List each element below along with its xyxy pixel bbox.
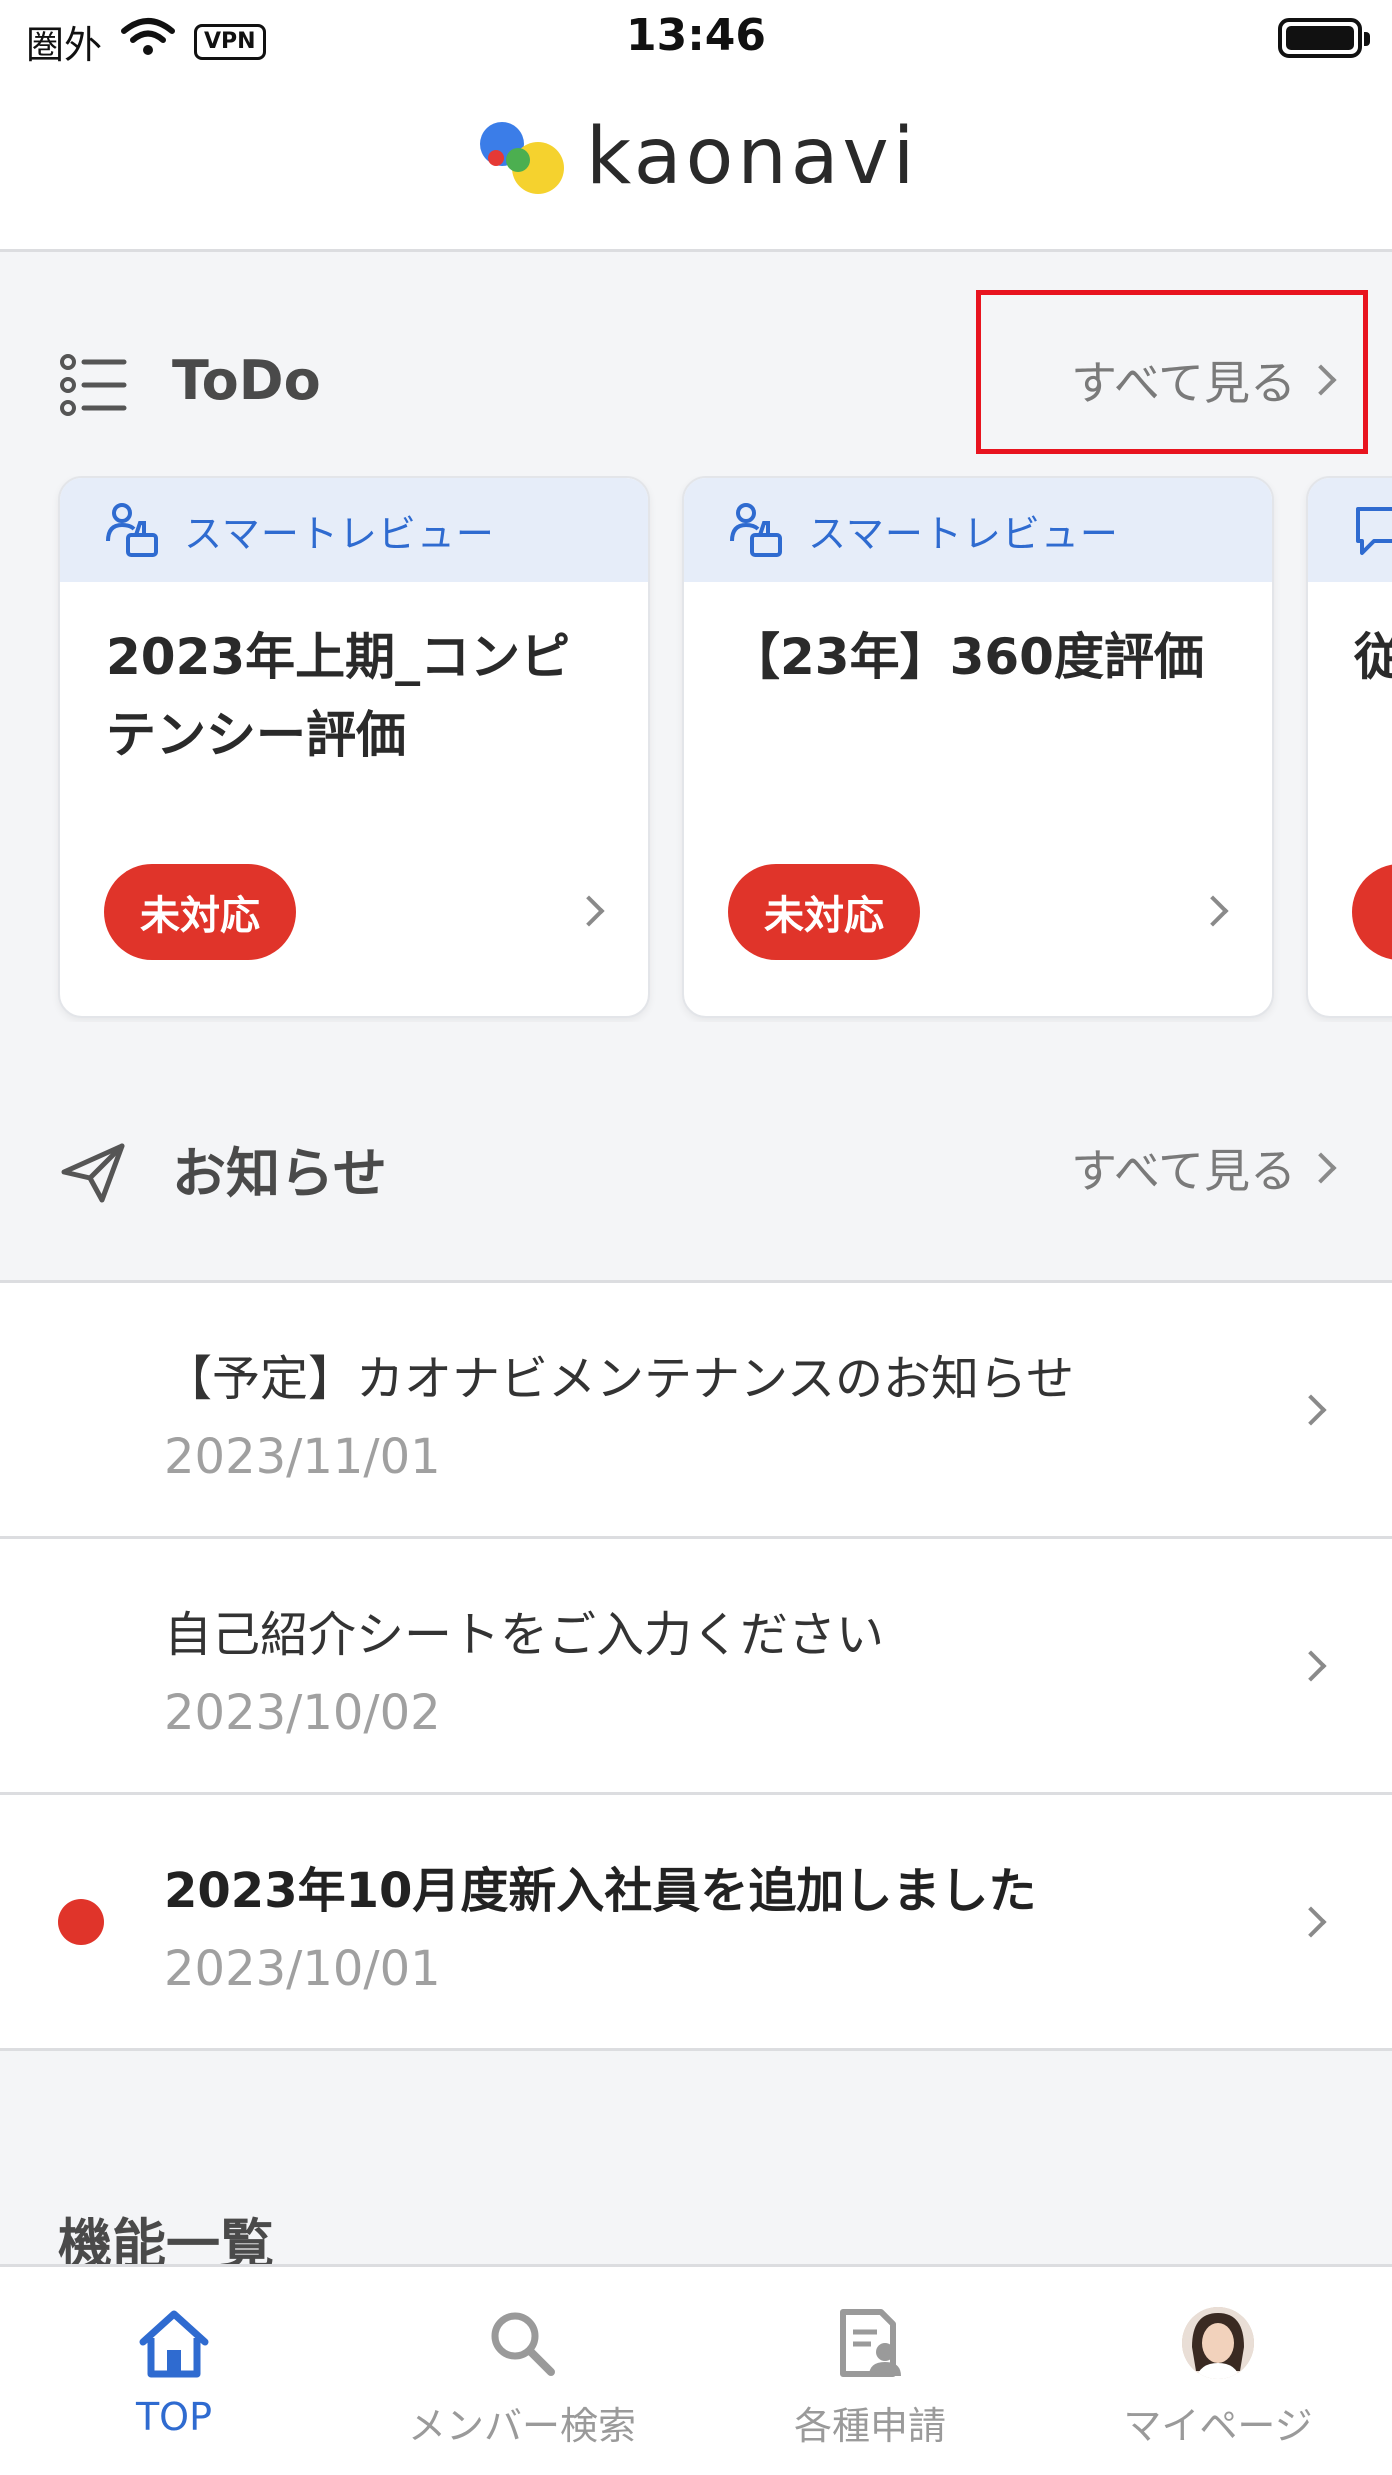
status-badge: 未 [1352,864,1392,960]
news-item[interactable]: 自己紹介シートをご入力ください 2023/10/02 [0,1539,1392,1795]
review-icon [730,503,782,557]
highlight-box [976,290,1368,454]
home-icon [132,2301,216,2385]
chevron-right-icon [1295,1650,1327,1682]
battery-icon [1278,18,1370,58]
chevron-right-icon [1295,1394,1327,1426]
app-screen: 圏外 VPN 13:46 kaonavi ToDo すべて見る スマートレビュー… [0,0,1392,2475]
unread-dot [58,1899,104,1945]
chevron-right-icon [1305,1152,1337,1184]
todo-card[interactable]: 従 未 [1306,476,1392,1018]
card-category-label: スマートレビュー [808,511,1119,556]
card-title: 従 [1308,582,1392,822]
news-item-date: 2023/11/01 [164,1429,441,1485]
news-see-all-label: すべて見る [1071,1144,1296,1198]
news-title: お知らせ [172,1141,387,1205]
chat-icon [1356,507,1392,555]
tab-my-page[interactable]: マイページ [1044,2267,1392,2475]
news-see-all-link[interactable]: すべて見る [1071,1135,1337,1201]
news-item-title: 自己紹介シートをご入力ください [164,1607,885,1663]
tab-bar: TOP メンバー検索 各種申請 マイページ [0,2264,1392,2475]
logo-mark-icon [480,122,564,194]
news-list: 【予定】カオナビメンテナンスのお知らせ 2023/11/01 自己紹介シートをご… [0,1280,1392,2051]
logo-text: kaonavi [586,112,919,202]
todo-card[interactable]: スマートレビュー 2023年上期_コンピテンシー評価 未対応 [58,476,650,1018]
tab-member-search-label: メンバー検索 [407,2404,636,2448]
todo-card[interactable]: スマートレビュー 【23年】360度評価 未対応 [682,476,1274,1018]
news-section-header: お知らせ すべて見る [0,1108,1392,1228]
tab-applications[interactable]: 各種申請 [696,2267,1044,2475]
app-header: kaonavi [0,80,1392,252]
avatar [1176,2301,1260,2385]
card-category [1308,478,1392,582]
todo-card-carousel[interactable]: スマートレビュー 2023年上期_コンピテンシー評価 未対応 スマートレビュー … [0,476,1392,1022]
paper-plane-icon [61,1143,125,1203]
card-category: スマートレビュー [684,478,1272,582]
review-icon [106,503,158,557]
chevron-right-icon [573,895,605,927]
list-icon [60,354,127,416]
status-badge: 未対応 [104,864,296,960]
tab-my-page-label: マイページ [1123,2404,1313,2448]
chevron-right-icon [1295,1906,1327,1938]
news-item-date: 2023/10/02 [164,1685,441,1741]
chevron-right-icon [1197,895,1229,927]
news-item[interactable]: 2023年10月度新入社員を追加しました 2023/10/01 [0,1795,1392,2051]
news-item-title: 2023年10月度新入社員を追加しました [164,1863,1037,1919]
search-icon [480,2301,564,2385]
news-item-date: 2023/10/01 [164,1941,441,1997]
tab-top[interactable]: TOP [0,2267,348,2475]
news-item[interactable]: 【予定】カオナビメンテナンスのお知らせ 2023/11/01 [0,1283,1392,1539]
kaonavi-logo: kaonavi [474,110,918,204]
todo-title: ToDo [172,348,321,412]
card-title: 【23年】360度評価 [730,628,1204,686]
status-time: 13:46 [625,10,767,61]
application-icon [828,2301,912,2385]
tab-member-search[interactable]: メンバー検索 [348,2267,696,2475]
status-badge: 未対応 [728,864,920,960]
card-category-label: スマートレビュー [184,511,495,556]
status-bar: 圏外 VPN 13:46 [0,0,1392,80]
tab-applications-label: 各種申請 [793,2404,946,2448]
card-title: 2023年上期_コンピテンシー評価 [106,628,571,764]
card-category: スマートレビュー [60,478,648,582]
news-item-title: 【予定】カオナビメンテナンスのお知らせ [164,1351,1075,1407]
tab-top-label: TOP [135,2395,213,2439]
